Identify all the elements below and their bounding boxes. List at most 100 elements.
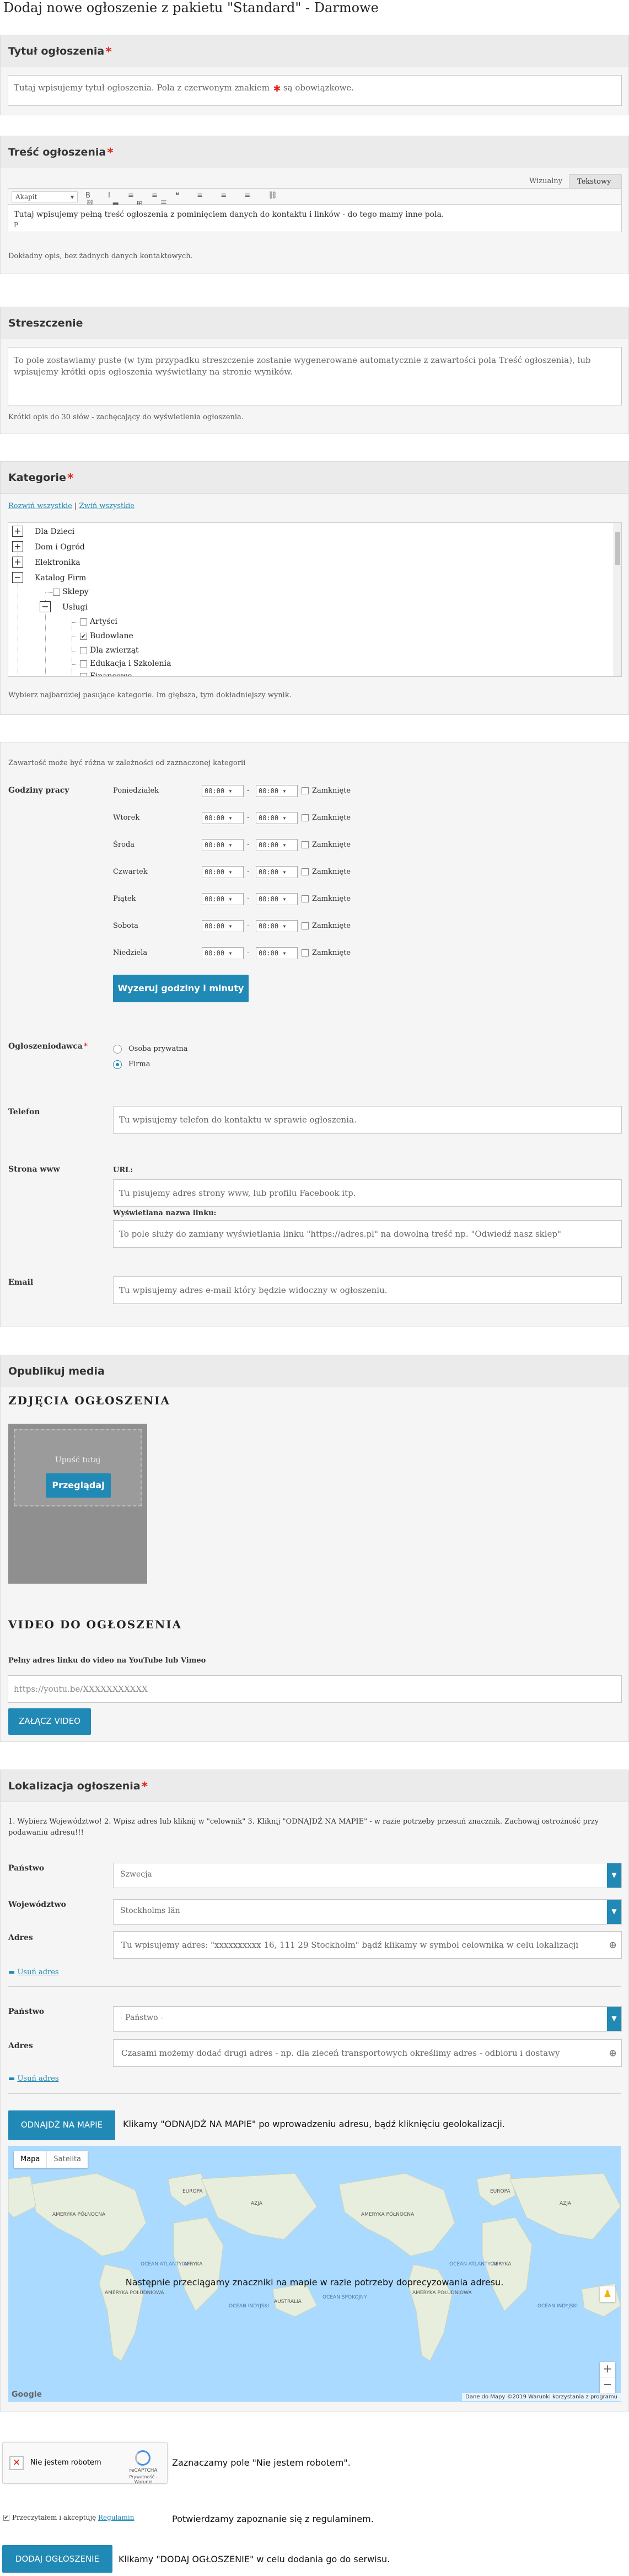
find-on-map-button[interactable]: ODNAJDŹ NA MAPIE: [8, 2110, 115, 2140]
tree-item-uslugi[interactable]: Usługi: [62, 603, 88, 612]
close-time-select[interactable]: 00:00 ▾: [256, 920, 298, 932]
map-label-australia: AUSTRALIA: [274, 2299, 302, 2305]
world-map-graphic: [8, 2173, 621, 2361]
closed-checkbox[interactable]: [302, 841, 309, 848]
tree-checkbox-dla-zwierzat[interactable]: [80, 647, 87, 654]
terms-checkbox[interactable]: ✔: [3, 2515, 9, 2521]
map-footer[interactable]: Dane do Mapy ©2019 Warunki korzystania z…: [462, 2393, 621, 2401]
tree-toggle-katalog-firm[interactable]: −: [12, 572, 23, 583]
close-time-select[interactable]: 00:00 ▾: [256, 866, 298, 878]
map-label-europe-2: EUROPA: [490, 2189, 510, 2194]
details-panel: Zawartość może być różna w zależności od…: [0, 742, 629, 1327]
attach-video-button[interactable]: ZAŁĄCZ VIDEO: [8, 1708, 91, 1735]
tree-checkbox-finansowe[interactable]: [80, 673, 87, 676]
address-input[interactable]: Tu wpisujemy adres: "xxxxxxxxxx 16, 111 …: [113, 1931, 622, 1959]
zoom-in-button[interactable]: +: [600, 2362, 615, 2377]
map[interactable]: AMERYKA PÓŁNOCNA AMERYKA PÓŁNOCNA AFRYKA…: [8, 2146, 621, 2402]
tab-text[interactable]: Tekstowy: [569, 174, 622, 189]
tree-item-katalog-firm[interactable]: Katalog Firm: [35, 574, 86, 582]
email-input[interactable]: Tu wpisujemy adres e-mail który będzie w…: [113, 1276, 622, 1304]
photo-dropzone[interactable]: Upuść tutaj Przeglądaj: [8, 1424, 147, 1584]
time-dash: -: [247, 814, 250, 822]
tree-item-dla-zwierzat[interactable]: Dla zwierząt: [90, 646, 139, 655]
tree-item-artysci[interactable]: Artyści: [90, 617, 117, 626]
page-title: Dodaj nowe ogłoszenie z pakietu "Standar…: [3, 0, 379, 15]
close-time-select[interactable]: 00:00 ▾: [256, 947, 298, 959]
close-time-select[interactable]: 00:00 ▾: [256, 785, 298, 797]
tree-toggle-elektronika[interactable]: +: [12, 557, 23, 568]
title-input[interactable]: Tutaj wpisujemy tytuł ogłoszenia. Pola z…: [8, 75, 622, 106]
map-tab[interactable]: Mapa: [14, 2151, 46, 2168]
country-select[interactable]: Szwecja ▼: [113, 1863, 622, 1888]
open-time-select[interactable]: 00:00 ▾: [202, 785, 244, 797]
display-name-input[interactable]: To pole służy do zamiany wyświetlania li…: [113, 1220, 622, 1248]
url-input[interactable]: Tu pisujemy adres strony www, lub profil…: [113, 1179, 622, 1207]
recaptcha-checkbox[interactable]: ✕: [9, 2456, 24, 2470]
closed-checkbox[interactable]: [302, 814, 309, 821]
submit-button[interactable]: DODAJ OGŁOSZENIE: [2, 2545, 112, 2573]
tree-checkbox-sklepy[interactable]: [53, 589, 60, 596]
location-panel-heading: Lokalizacja ogłoszenia*: [1, 1770, 628, 1802]
category-tree[interactable]: + Dla Dzieci + Dom i Ogród + Elektronika…: [8, 522, 622, 677]
street-view-pegman-icon[interactable]: ♟: [600, 2286, 615, 2302]
zoom-out-button[interactable]: −: [600, 2377, 615, 2393]
tab-visual[interactable]: Wizualny: [523, 174, 569, 189]
open-time-select[interactable]: 00:00 ▾: [202, 947, 244, 959]
tree-checkbox-edukacja[interactable]: [80, 660, 87, 667]
closed-checkbox[interactable]: [302, 868, 309, 875]
paragraph-select[interactable]: Akapit ▾: [12, 191, 78, 202]
tree-toggle-uslugi[interactable]: −: [40, 601, 51, 612]
tree-item-elektronika[interactable]: Elektronika: [35, 558, 80, 567]
tree-item-dla-dzieci[interactable]: Dla Dzieci: [35, 527, 74, 536]
content-editor[interactable]: Tutaj wpisujemy pełną treść ogłoszenia z…: [8, 205, 622, 232]
close-time-select[interactable]: 00:00 ▾: [256, 893, 298, 905]
geolocate-icon[interactable]: ⊕: [609, 1939, 617, 1951]
radio-company[interactable]: [113, 1060, 122, 1069]
browse-button[interactable]: Przeglądaj: [46, 1473, 111, 1498]
tree-checkbox-budowlane[interactable]: ✔: [80, 633, 87, 640]
phone-input[interactable]: Tu wpisujemy telefon do kontaktu w spraw…: [113, 1106, 622, 1134]
recaptcha-privacy[interactable]: Prywatność - Warunki: [120, 2475, 167, 2484]
closed-checkbox[interactable]: [302, 949, 309, 956]
region-select[interactable]: Stockholms län ▼: [113, 1899, 622, 1925]
tree-item-budowlane[interactable]: Budowlane: [90, 632, 133, 640]
geolocate2-icon[interactable]: ⊕: [609, 2048, 617, 2059]
format-buttons[interactable]: B I ≡ ≡ ❝ ≡ ≡ ≡ ⛓ ⛓ ▬ ⊞ ☰: [85, 191, 306, 208]
expand-all-link[interactable]: Rozwiń wszystkie: [8, 502, 72, 510]
time-dash: -: [247, 949, 250, 957]
tree-item-edukacja[interactable]: Edukacja i Szkolenia: [90, 659, 171, 668]
tree-item-finansowe[interactable]: Finansowe: [90, 672, 132, 676]
country2-select[interactable]: - Państwo - ▼: [113, 2006, 622, 2032]
summary-textarea[interactable]: To pole zostawiamy puste (w tym przypadk…: [8, 347, 622, 405]
open-time-select[interactable]: 00:00 ▾: [202, 839, 244, 851]
collapse-all-link[interactable]: Zwiń wszystkie: [79, 502, 135, 510]
closed-checkbox[interactable]: [302, 787, 309, 794]
terms-link[interactable]: Regulamin: [98, 2514, 134, 2521]
advertiser-label: Ogłoszeniodawca *: [8, 1042, 88, 1051]
tree-item-sklepy[interactable]: Sklepy: [62, 587, 89, 596]
radio-private[interactable]: [113, 1045, 122, 1054]
tree-toggle-dla-dzieci[interactable]: +: [12, 526, 23, 537]
open-time-select[interactable]: 00:00 ▾: [202, 866, 244, 878]
remove-address-link[interactable]: ▬ Usuń adres: [8, 1968, 59, 1976]
open-time-select[interactable]: 00:00 ▾: [202, 893, 244, 905]
open-time-select[interactable]: 00:00 ▾: [202, 920, 244, 932]
close-time-select[interactable]: 00:00 ▾: [256, 839, 298, 851]
address2-input[interactable]: Czasami możemy dodać drugi adres - np. d…: [113, 2039, 622, 2067]
reset-hours-button[interactable]: Wyzeruj godziny i minuty: [113, 975, 249, 1002]
open-time-select[interactable]: 00:00 ▾: [202, 812, 244, 824]
video-url-input[interactable]: https://youtu.be/XXXXXXXXXXX: [8, 1675, 622, 1703]
media-panel: Opublikuj media ZDJĘCIA OGŁOSZENIA Upuść…: [0, 1355, 629, 1742]
closed-checkbox[interactable]: [302, 895, 309, 902]
close-time-select[interactable]: 00:00 ▾: [256, 812, 298, 824]
satellite-tab[interactable]: Satelita: [46, 2151, 88, 2168]
tree-toggle-dom-ogrod[interactable]: +: [12, 541, 23, 552]
hours-label: Godziny pracy: [8, 786, 69, 795]
tree-item-dom-ogrod[interactable]: Dom i Ogród: [35, 543, 85, 552]
remove-address2-link[interactable]: ▬ Usuń adres: [8, 2075, 59, 2083]
tree-scrollbar[interactable]: [614, 523, 621, 676]
day-label: Piątek: [113, 895, 136, 903]
tree-checkbox-artysci[interactable]: [80, 618, 87, 626]
closed-checkbox[interactable]: [302, 922, 309, 929]
content-panel: Treść ogłoszenia* Wizualny Tekstowy Akap…: [0, 136, 629, 274]
